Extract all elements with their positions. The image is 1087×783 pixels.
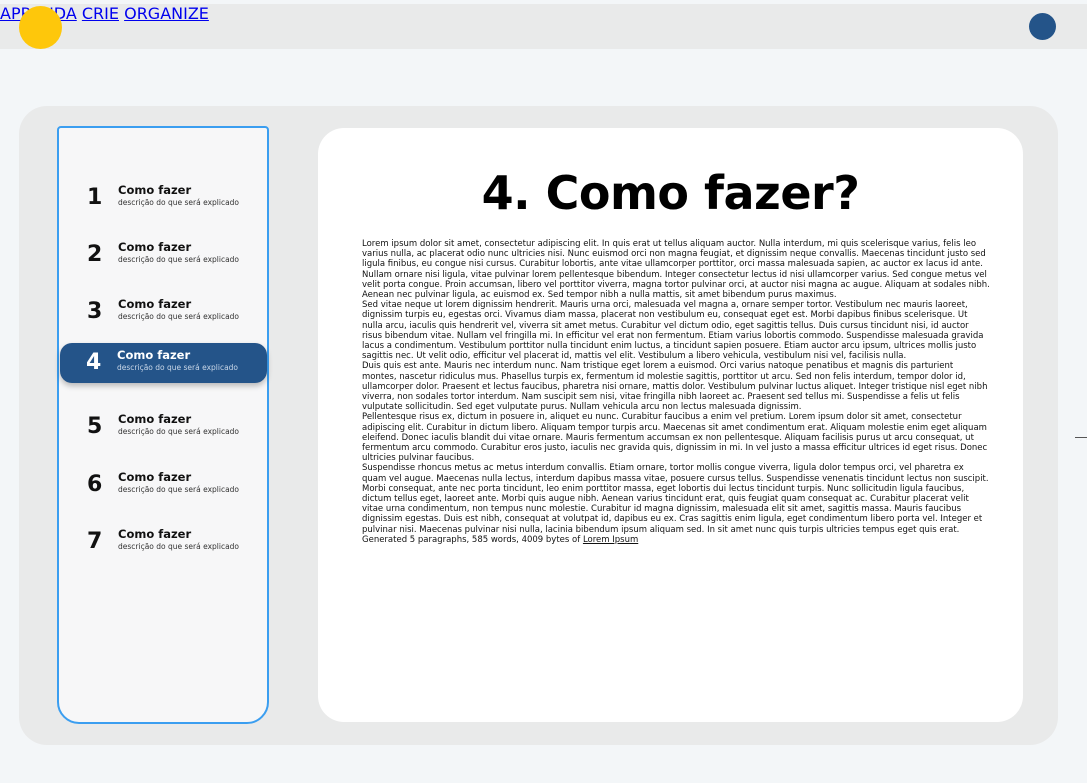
- step-title: Como fazer: [118, 412, 192, 426]
- step-description: descrição do que será explicado: [118, 255, 240, 264]
- step-title: Como fazer: [118, 240, 192, 254]
- step-item-6[interactable]: 6 Como fazer descrição do que será expli…: [61, 465, 267, 505]
- step-description: descrição do que será explicado: [118, 485, 240, 494]
- step-number: 7: [87, 529, 103, 554]
- paragraph: Sed vitae neque ut lorem dignissim hendr…: [362, 300, 984, 362]
- paragraph: Suspendisse rhoncus metus ac metus inter…: [362, 463, 989, 535]
- step-title: Como fazer: [117, 348, 191, 362]
- steps-sidebar: 1 Como fazer descrição do que será expli…: [57, 126, 269, 724]
- step-title: Como fazer: [118, 183, 192, 197]
- user-avatar[interactable]: [1029, 13, 1056, 40]
- step-description: descrição do que será explicado: [118, 198, 240, 207]
- logo[interactable]: [19, 6, 62, 49]
- paragraph: Pellentesque risus ex, dictum in posuere…: [362, 412, 988, 464]
- step-number: 2: [87, 242, 103, 267]
- step-item-5[interactable]: 5 Como fazer descrição do que será expli…: [61, 407, 267, 447]
- paragraph: Lorem ipsum dolor sit amet, consectetur …: [362, 239, 990, 301]
- article-card: 4. Como fazer? Lorem ipsum dolor sit ame…: [318, 128, 1023, 722]
- step-item-2[interactable]: 2 Como fazer descrição do que será expli…: [61, 235, 267, 275]
- step-item-3[interactable]: 3 Como fazer descrição do que será expli…: [61, 292, 267, 332]
- step-description: descrição do que será explicado: [118, 312, 240, 321]
- step-title: Como fazer: [118, 470, 192, 484]
- paragraph: Duis quis est ante. Mauris nec interdum …: [362, 361, 988, 413]
- step-title: Como fazer: [118, 527, 192, 541]
- step-description: descrição do que será explicado: [118, 427, 240, 436]
- top-navigation-bar: APRENDA CRIE ORGANIZE: [0, 4, 1087, 49]
- step-number: 5: [87, 414, 103, 439]
- step-description: descrição do que será explicado: [117, 363, 239, 372]
- step-number: 4: [86, 350, 102, 375]
- article-body: Lorem ipsum dolor sit amet, consectetur …: [362, 239, 990, 545]
- step-number: 1: [87, 185, 103, 210]
- step-description: descrição do que será explicado: [118, 542, 240, 551]
- step-number: 3: [87, 299, 103, 324]
- generated-credit-text: Generated 5 paragraphs, 585 words, 4009 …: [362, 534, 583, 545]
- step-title: Como fazer: [118, 297, 192, 311]
- nav-link-crie[interactable]: CRIE: [82, 4, 119, 23]
- step-item-4-active[interactable]: 4 Como fazer descrição do que será expli…: [60, 343, 267, 383]
- article-heading: 4. Como fazer?: [481, 166, 860, 220]
- generated-credit: Generated 5 paragraphs, 585 words, 4009 …: [362, 535, 990, 545]
- step-item-1[interactable]: 1 Como fazer descrição do que será expli…: [61, 178, 267, 218]
- edge-divider: [1075, 437, 1087, 438]
- lorem-ipsum-link[interactable]: Lorem Ipsum: [583, 535, 638, 545]
- nav-link-organize[interactable]: ORGANIZE: [124, 4, 209, 23]
- step-number: 6: [87, 472, 103, 497]
- step-item-7[interactable]: 7 Como fazer descrição do que será expli…: [61, 522, 267, 562]
